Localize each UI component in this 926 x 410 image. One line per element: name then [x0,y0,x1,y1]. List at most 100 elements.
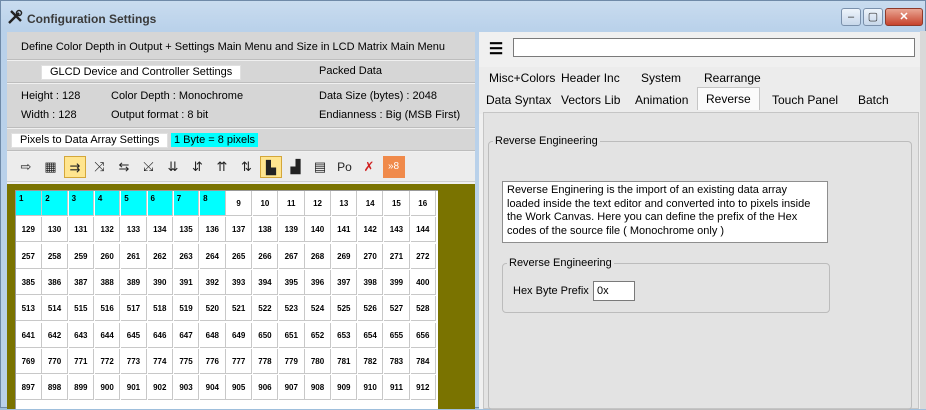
pixel-cell[interactable]: 912 [410,375,436,401]
pixel-cell[interactable]: 774 [147,348,173,374]
pixel-cell[interactable]: 780 [305,348,331,374]
pixel-cell[interactable]: 134 [147,217,173,243]
pixel-cell[interactable]: 15 [384,191,410,216]
minimize-button[interactable]: – [841,8,861,26]
pixel-cell[interactable]: 11 [279,191,305,216]
pixel-cell[interactable]: 396 [305,269,331,295]
pixel-cell[interactable]: 10 [252,191,279,216]
tab-reverse[interactable]: Reverse [697,87,760,110]
pixel-cell[interactable]: 5 [121,191,147,216]
shuffle-horizontal-icon[interactable]: ⤨ [89,156,111,178]
hex-prefix-input[interactable] [593,281,635,301]
window-scrollbar[interactable] [920,31,926,409]
pixel-cell[interactable]: 132 [94,217,121,243]
pixel-cell[interactable]: 784 [410,348,436,374]
device-settings-label[interactable]: GLCD Device and Controller Settings [41,65,242,80]
pixel-cell[interactable]: 519 [173,296,200,322]
pixel-cell[interactable]: 390 [147,269,173,295]
tab-rearrange[interactable]: Rearrange [698,69,767,87]
pixel-cell[interactable]: 903 [173,375,200,401]
pixel-cell[interactable]: 400 [410,269,436,295]
pixel-cell[interactable]: 522 [252,296,279,322]
pixel-cell[interactable]: 906 [252,375,279,401]
pixel-cell[interactable]: 268 [305,243,331,269]
shift-8-icon[interactable]: »8 [382,156,405,178]
pixel-cell[interactable]: 904 [200,375,226,401]
pixel-cell[interactable]: 646 [147,322,173,348]
vertical-swap-icon[interactable]: ⇵ [187,156,209,178]
pixel-cell[interactable]: 527 [384,296,410,322]
pixel-cell[interactable]: 907 [279,375,305,401]
pixel-cell[interactable]: 3 [68,191,95,216]
pixel-cell[interactable]: 143 [384,217,410,243]
pixel-cell[interactable]: 518 [147,296,173,322]
pixel-cell[interactable]: 391 [173,269,200,295]
pixel-cell[interactable]: 521 [226,296,252,322]
pixel-cell[interactable]: 777 [226,348,252,374]
pixel-cell[interactable]: 398 [357,269,384,295]
pixel-cell[interactable]: 392 [200,269,226,295]
pixel-cell[interactable]: 899 [68,375,95,401]
pixel-cell[interactable]: 517 [121,296,147,322]
pixel-cell[interactable]: 643 [68,322,95,348]
tab-animation[interactable]: Animation [629,91,694,109]
pixel-cell[interactable]: 900 [94,375,121,401]
pixel-cell[interactable]: 769 [16,348,42,374]
pixel-cell[interactable]: 137 [226,217,252,243]
pixel-cell[interactable]: 142 [357,217,384,243]
pixel-cell[interactable]: 261 [121,243,147,269]
po-label-icon[interactable]: Po [334,156,356,178]
pixel-cell[interactable]: 4 [94,191,121,216]
pixel-cell[interactable]: 397 [331,269,358,295]
tab-touch-panel[interactable]: Touch Panel [766,91,844,109]
pixel-cell[interactable]: 258 [42,243,68,269]
pixel-cell[interactable]: 776 [200,348,226,374]
pixel-cell[interactable]: 649 [226,322,252,348]
pixel-grid[interactable]: 1 2 3 4 5 6 7 8 9 10 11 12 13 14 15 16 129 130 131 132 133 13… [15,190,438,409]
pixel-cell[interactable]: 909 [331,375,358,401]
pixel-cell[interactable]: 16 [410,191,436,216]
pixel-cell[interactable]: 130 [42,217,68,243]
pixel-cell[interactable]: 908 [305,375,331,401]
vertical-down-icon[interactable]: ⇊ [162,156,184,178]
pixel-cell[interactable]: 770 [42,348,68,374]
pixel-cell[interactable]: 772 [94,348,121,374]
pixel-cell[interactable]: 779 [279,348,305,374]
pixel-cell[interactable]: 515 [68,296,95,322]
pixel-cell[interactable]: 394 [252,269,279,295]
pixels-settings-label[interactable]: Pixels to Data Array Settings [11,133,169,148]
pixel-cell[interactable]: 139 [279,217,305,243]
pixel-cell[interactable]: 393 [226,269,252,295]
pixel-cell[interactable]: 783 [384,348,410,374]
pixel-cell[interactable]: 650 [252,322,279,348]
pixel-cell[interactable]: 7 [173,191,200,216]
pixel-cell[interactable]: 653 [331,322,358,348]
bar-low-icon[interactable]: ▙ [260,156,282,178]
grid-icon[interactable]: ▦ [40,156,62,178]
pixel-cell[interactable]: 389 [121,269,147,295]
pixel-cell[interactable]: 259 [68,243,95,269]
pixel-cell[interactable]: 775 [173,348,200,374]
tab-system[interactable]: System [635,69,687,87]
pixel-cell[interactable]: 652 [305,322,331,348]
tab-misc-colors[interactable]: Misc+Colors [483,69,561,87]
close-button[interactable]: ✕ [885,8,923,26]
pixel-cell[interactable]: 773 [121,348,147,374]
pixel-cell[interactable]: 144 [410,217,436,243]
pixel-cell[interactable]: 898 [42,375,68,401]
arrow-right-icon[interactable]: ⇨ [15,156,37,178]
tab-batch[interactable]: Batch [852,91,895,109]
pixel-cell[interactable]: 645 [121,322,147,348]
pixel-cell[interactable]: 272 [410,243,436,269]
pixel-cell[interactable]: 385 [16,269,42,295]
pixel-cell[interactable]: 14 [357,191,384,216]
tab-data-syntax[interactable]: Data Syntax [480,91,557,109]
pixel-cell[interactable]: 516 [94,296,121,322]
shuffle-vertical-icon[interactable]: ⤩ [138,156,160,178]
pixel-cell[interactable]: 654 [357,322,384,348]
pixel-cell[interactable]: 641 [16,322,42,348]
pixel-cell[interactable]: 1 [16,191,42,216]
pixel-cell[interactable]: 897 [16,375,42,401]
pixel-cell[interactable]: 644 [94,322,121,348]
pixel-cell[interactable]: 8 [200,191,226,216]
